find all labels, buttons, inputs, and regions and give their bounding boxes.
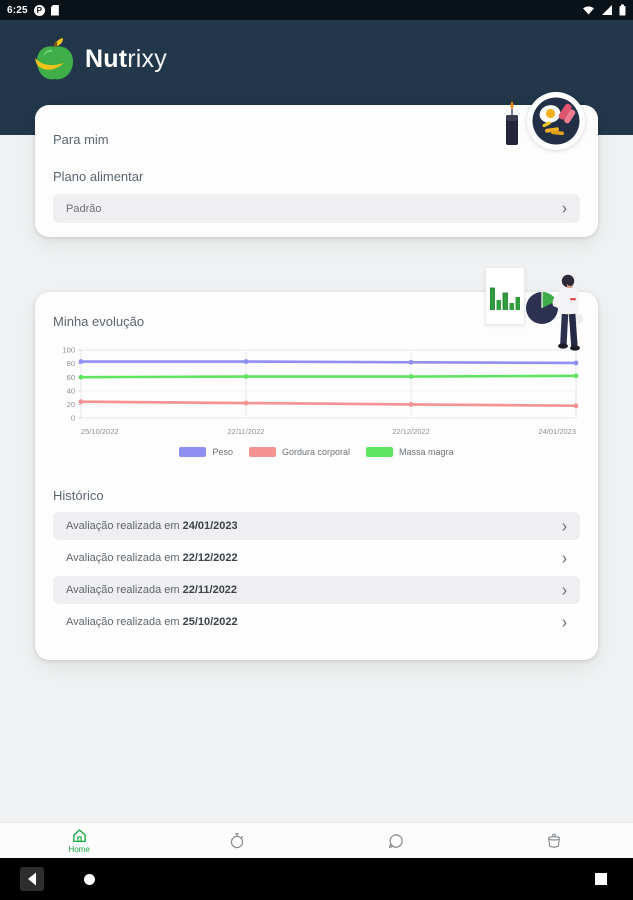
battery-icon [619,4,626,16]
app-screen: 6:25 P Nutrixy Para mim Plano alimentar … [0,0,633,900]
history-row-text: Avaliação realizada em 22/12/2022 [66,552,238,564]
evolution-line-chart-canvas[interactable]: 0 20 40 60 80 100 25/10/2022 22/11/2022 22/12/20… [43,344,590,444]
history-title: Histórico [53,488,104,503]
android-home-button[interactable] [84,874,95,885]
plan-dropdown-value: Padrão [66,202,102,215]
legend-swatch [179,447,207,457]
history-row[interactable]: Avaliação realizada em 22/12/2022 › [53,544,580,572]
android-back-button[interactable] [20,867,44,891]
svg-text:40: 40 [67,386,75,395]
chart-legend: Peso Gordura corporal Massa magra [43,447,590,457]
chat-icon [388,833,403,848]
status-bar: 6:25 P [0,0,633,20]
evolution-card: Minha evolução 0 20 40 60 80 100 25/10/2022 22/… [35,267,598,660]
history-row-text: Avaliação realizada em 24/01/2023 [66,520,238,532]
nav-item-chat[interactable] [317,823,475,858]
chevron-right-icon: › [562,612,567,632]
svg-text:25/10/2022: 25/10/2022 [81,427,119,436]
history-row[interactable]: Avaliação realizada em 24/01/2023 › [53,512,580,540]
legend-label: Gordura corporal [281,447,351,457]
chevron-right-icon: › [562,516,567,536]
chevron-right-icon: › [562,198,567,219]
app-logo: Nutrixy [33,36,167,82]
chevron-right-icon: › [562,548,567,568]
status-time: 6:25 [7,4,28,16]
notification-p-icon: P [33,4,45,16]
para-mim-card: Para mim Plano alimentar Padrão › [35,92,598,237]
nav-item-timer[interactable] [158,823,316,858]
para-mim-title: Para mim [53,132,109,147]
nav-item-home-label: Home [68,845,90,854]
svg-text:20: 20 [67,400,75,409]
svg-text:0: 0 [71,414,75,423]
legend-item[interactable]: Peso [179,447,233,457]
legend-label: Peso [212,447,233,457]
history-row[interactable]: Avaliação realizada em 25/10/2022 › [53,608,580,636]
svg-text:24/01/2023: 24/01/2023 [538,427,576,436]
legend-label: Massa magra [399,447,454,457]
person-pie-illustration [526,274,580,351]
legend-item[interactable]: Massa magra [366,447,454,457]
bar-chart-illustration [485,267,525,325]
svg-text:22/11/2022: 22/11/2022 [228,427,265,436]
candle-icon [506,101,518,145]
nav-item-home[interactable]: Home [0,823,158,858]
sim-card-icon [50,4,59,16]
svg-text:100: 100 [62,346,75,355]
wifi-icon [583,6,594,15]
evolution-title: Minha evolução [53,314,145,329]
history-list: Avaliação realizada em 24/01/2023 › Aval… [53,512,580,636]
history-row-text: Avaliação realizada em 22/11/2022 [66,584,238,596]
svg-text:80: 80 [67,359,75,368]
pot-icon [547,833,561,848]
app-title-bold: Nut [85,44,128,73]
back-arrow-icon [28,872,36,886]
plan-dropdown[interactable]: Padrão › [53,194,580,223]
bottom-nav: Home [0,822,633,858]
legend-swatch [248,447,276,457]
android-nav-bar [0,858,633,900]
apple-banana-logo-icon [35,38,74,80]
legend-swatch [366,447,394,457]
home-icon [72,829,86,843]
app-title: Nutrixy [85,45,167,74]
legend-item[interactable]: Gordura corporal [248,447,351,457]
app-title-light: rixy [127,44,167,73]
nav-item-pot[interactable] [475,823,633,858]
history-row-text: Avaliação realizada em 25/10/2022 [66,616,238,628]
history-row[interactable]: Avaliação realizada em 22/11/2022 › [53,576,580,604]
android-recents-button[interactable] [595,873,607,885]
svg-text:22/12/2022: 22/12/2022 [392,427,430,436]
svg-text:60: 60 [67,373,75,382]
chevron-right-icon: › [562,580,567,600]
evolution-chart[interactable]: 0 20 40 60 80 100 25/10/2022 22/11/2022 22/12/20… [43,344,590,457]
plan-label: Plano alimentar [53,169,144,184]
timer-icon [231,832,244,848]
food-plate-illustration [527,92,585,150]
signal-icon [602,5,612,15]
